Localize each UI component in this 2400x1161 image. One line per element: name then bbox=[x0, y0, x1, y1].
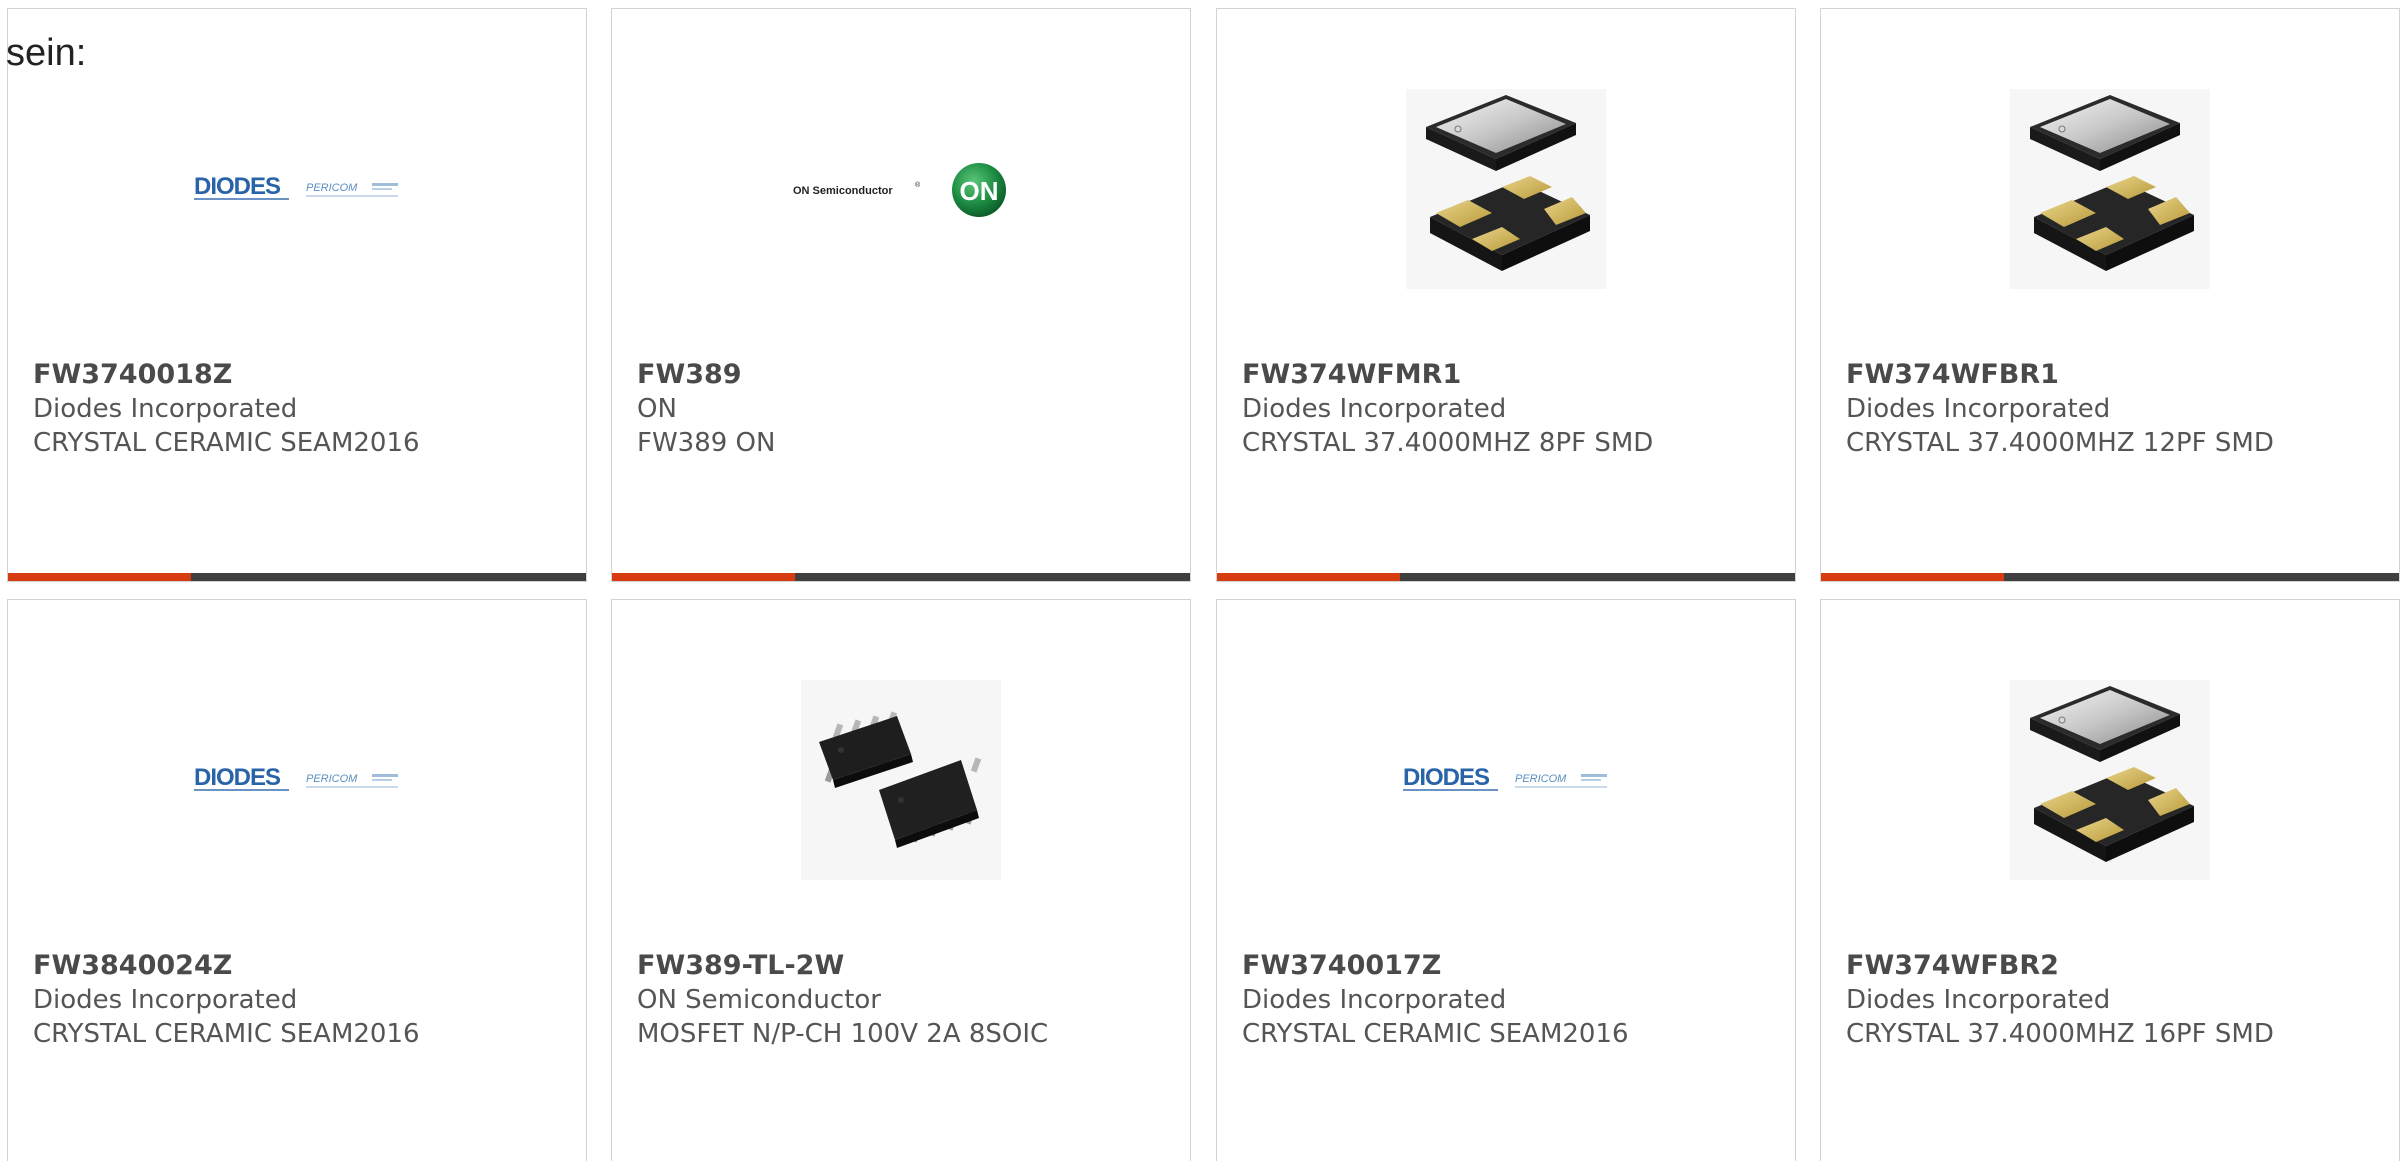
product-card-fw374wfbr2[interactable]: FW374WFBR2 Diodes Incorporated CRYSTAL 3… bbox=[1820, 599, 2400, 1161]
product-card-fw3840024z[interactable]: DIODES PERICOM FW3840024Z Diodes Incorpo… bbox=[7, 599, 587, 1161]
product-info: FW3740017Z Diodes Incorporated CRYSTAL C… bbox=[1242, 949, 1775, 1051]
card-bar-accent bbox=[1217, 573, 1400, 581]
product-part-number[interactable]: FW389-TL-2W bbox=[637, 949, 1170, 983]
card-bottom-bar bbox=[8, 573, 586, 581]
diodes-pericom-logo-icon: DIODES PERICOM bbox=[1403, 764, 1607, 791]
crystal-smd-icon bbox=[2010, 680, 2210, 880]
product-card-fw3740017z[interactable]: DIODES PERICOM FW3740017Z Diodes Incorpo… bbox=[1216, 599, 1796, 1161]
intro-text: sein: bbox=[6, 32, 87, 74]
product-info: FW374WFBR1 Diodes Incorporated CRYSTAL 3… bbox=[1846, 358, 2379, 460]
product-part-number[interactable]: FW389 bbox=[637, 358, 1170, 392]
product-card-fw3740018z[interactable]: DIODES PERICOM FW3740018Z Diodes Incorpo… bbox=[7, 8, 587, 582]
product-image bbox=[612, 662, 1190, 898]
logo-main-text: DIODES bbox=[194, 173, 281, 200]
product-image: DIODES PERICOM bbox=[8, 71, 586, 307]
product-part-number[interactable]: FW3840024Z bbox=[33, 949, 566, 983]
product-part-number[interactable]: FW374WFBR1 bbox=[1846, 358, 2379, 392]
card-bottom-bar bbox=[612, 573, 1190, 581]
product-info: FW389 ON FW389 ON bbox=[637, 358, 1170, 460]
product-description: MOSFET N/P-CH 100V 2A 8SOIC bbox=[637, 1019, 1049, 1049]
product-card-fw374wfmr1[interactable]: FW374WFMR1 Diodes Incorporated CRYSTAL 3… bbox=[1216, 8, 1796, 582]
product-description: CRYSTAL CERAMIC SEAM2016 bbox=[33, 1019, 420, 1049]
product-card-fw374wfbr1[interactable]: FW374WFBR1 Diodes Incorporated CRYSTAL 3… bbox=[1820, 8, 2400, 582]
product-manufacturer: Diodes Incorporated bbox=[1846, 985, 2111, 1015]
product-image: DIODES PERICOM bbox=[8, 662, 586, 898]
card-bar-accent bbox=[8, 573, 191, 581]
product-info: FW374WFMR1 Diodes Incorporated CRYSTAL 3… bbox=[1242, 358, 1775, 460]
crystal-smd-icon bbox=[1406, 89, 1606, 289]
product-part-number[interactable]: FW3740018Z bbox=[33, 358, 566, 392]
product-manufacturer: ON Semiconductor bbox=[637, 985, 881, 1015]
card-bar-accent bbox=[612, 573, 795, 581]
product-image bbox=[1821, 71, 2399, 307]
diodes-pericom-logo-icon: DIODES PERICOM bbox=[194, 173, 398, 200]
product-manufacturer: ON bbox=[637, 394, 677, 424]
product-description: CRYSTAL CERAMIC SEAM2016 bbox=[1242, 1019, 1629, 1049]
logo-sub-text: PERICOM bbox=[306, 182, 358, 194]
product-description: CRYSTAL 37.4000MHZ 8PF SMD bbox=[1242, 428, 1654, 458]
card-bottom-bar bbox=[1821, 573, 2399, 581]
product-image bbox=[1217, 71, 1795, 307]
product-part-number[interactable]: FW374WFMR1 bbox=[1242, 358, 1775, 392]
on-semiconductor-logo-icon: ON Semiconductor ® ON bbox=[793, 163, 1006, 217]
product-description: CRYSTAL 37.4000MHZ 16PF SMD bbox=[1846, 1019, 2274, 1049]
logo-main-text: DIODES bbox=[194, 764, 281, 791]
product-image: DIODES PERICOM bbox=[1217, 662, 1795, 898]
product-manufacturer: Diodes Incorporated bbox=[33, 394, 298, 424]
product-grid-page: sein: DIODES PERICOM FW3740018Z Diodes I… bbox=[0, 0, 2400, 1161]
product-part-number[interactable]: FW374WFBR2 bbox=[1846, 949, 2379, 983]
product-manufacturer: Diodes Incorporated bbox=[1242, 985, 1507, 1015]
product-description: CRYSTAL CERAMIC SEAM2016 bbox=[33, 428, 420, 458]
soic8-chip-icon bbox=[801, 680, 1001, 880]
product-info: FW389-TL-2W ON Semiconductor MOSFET N/P-… bbox=[637, 949, 1170, 1051]
product-info: FW3740018Z Diodes Incorporated CRYSTAL C… bbox=[33, 358, 566, 460]
logo-sub-text: PERICOM bbox=[306, 773, 358, 785]
product-info: FW3840024Z Diodes Incorporated CRYSTAL C… bbox=[33, 949, 566, 1051]
logo-main-text: DIODES bbox=[1403, 764, 1490, 791]
product-description: CRYSTAL 37.4000MHZ 12PF SMD bbox=[1846, 428, 2274, 458]
product-card-fw389-tl-2w[interactable]: FW389-TL-2W ON Semiconductor MOSFET N/P-… bbox=[611, 599, 1191, 1161]
logo-sub-text: ON bbox=[960, 176, 999, 206]
logo-main-text: ON Semiconductor bbox=[793, 185, 893, 197]
product-manufacturer: Diodes Incorporated bbox=[1242, 394, 1507, 424]
product-info: FW374WFBR2 Diodes Incorporated CRYSTAL 3… bbox=[1846, 949, 2379, 1051]
product-manufacturer: Diodes Incorporated bbox=[33, 985, 298, 1015]
product-part-number[interactable]: FW3740017Z bbox=[1242, 949, 1775, 983]
svg-text:®: ® bbox=[915, 181, 921, 189]
crystal-smd-icon bbox=[2010, 89, 2210, 289]
diodes-pericom-logo-icon: DIODES PERICOM bbox=[194, 764, 398, 791]
product-description: FW389 ON bbox=[637, 428, 776, 458]
product-manufacturer: Diodes Incorporated bbox=[1846, 394, 2111, 424]
card-bottom-bar bbox=[1217, 573, 1795, 581]
product-image: ON Semiconductor ® ON bbox=[612, 71, 1190, 307]
logo-sub-text: PERICOM bbox=[1515, 773, 1567, 785]
product-image bbox=[1821, 662, 2399, 898]
card-bar-accent bbox=[1821, 573, 2004, 581]
product-card-fw389[interactable]: ON Semiconductor ® ON FW389 ON FW389 ON bbox=[611, 8, 1191, 582]
